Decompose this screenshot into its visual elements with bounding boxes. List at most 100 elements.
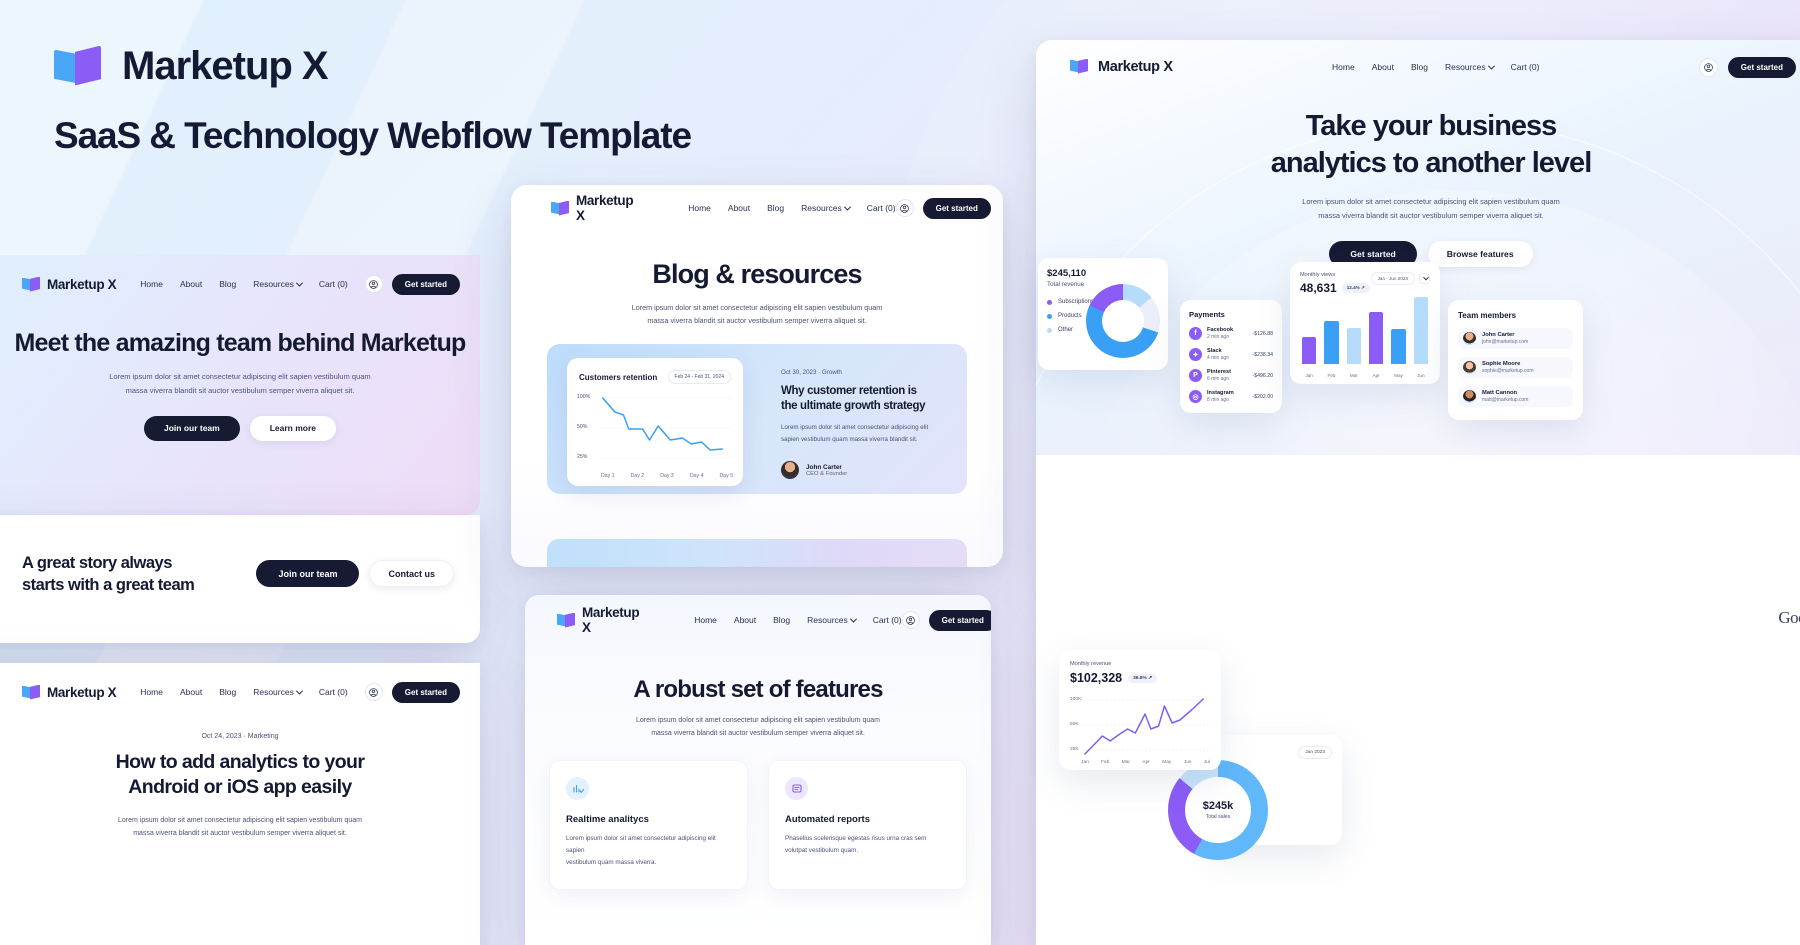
nav-link-cart[interactable]: Cart (0) xyxy=(867,203,896,213)
nav-link-resources[interactable]: Resources xyxy=(1445,62,1495,72)
feature-title: Automated reports xyxy=(785,814,870,825)
chevron-down-icon xyxy=(295,279,303,287)
revenue-label: Total revenue xyxy=(1047,281,1085,288)
nav-links: Home About Blog Resources Cart (0) xyxy=(694,615,901,625)
post-excerpt-line1: Lorem ipsum dolor sit amet consectetur a… xyxy=(781,424,929,432)
nav-link-resources[interactable]: Resources xyxy=(253,279,303,289)
payment-time: 8 min ago xyxy=(1207,397,1229,403)
chevron-down-icon xyxy=(843,203,851,211)
x-tick-jan: Jan xyxy=(1305,373,1313,378)
nav-logo[interactable]: Marketup X xyxy=(22,684,117,700)
get-started-button[interactable]: Get started xyxy=(391,681,460,703)
nav-link-resources[interactable]: Resources xyxy=(801,203,851,213)
x-tick-jun: Jun xyxy=(1183,760,1192,765)
nav-link-home[interactable]: Home xyxy=(688,203,711,213)
member-name: Matt Cannon xyxy=(1482,390,1518,396)
nav-link-about[interactable]: About xyxy=(734,615,756,625)
story-heading-line1: A great story always xyxy=(22,554,172,572)
y-tick-25: 25% xyxy=(577,454,588,460)
payment-name: Pinterest xyxy=(1207,369,1231,375)
story-heading: A great story always starts with a great… xyxy=(22,552,195,597)
user-circle-icon[interactable] xyxy=(895,199,914,217)
browse-features-button[interactable]: Browse features xyxy=(1427,240,1533,267)
get-started-button[interactable]: Get started xyxy=(928,609,991,631)
nav-link-about[interactable]: About xyxy=(180,279,202,289)
learn-more-button[interactable]: Learn more xyxy=(249,415,337,441)
nav-link-home[interactable]: Home xyxy=(1332,62,1355,72)
nav-link-home[interactable]: Home xyxy=(694,615,717,625)
chevron-down-icon[interactable] xyxy=(1419,273,1430,284)
user-circle-icon[interactable] xyxy=(364,275,383,293)
nav-link-cart[interactable]: Cart (0) xyxy=(1511,62,1540,72)
page-subtitle-line1: Lorem ipsum dolor sit amet consectetur a… xyxy=(109,372,371,381)
bar-feb xyxy=(1324,320,1339,364)
brand-row: Marketup X xyxy=(54,44,691,89)
navbar: Marketup X Home About Blog Resources Car… xyxy=(22,269,460,299)
payment-row[interactable]: f Facebook 2 min ago -$126.88 xyxy=(1189,327,1273,340)
nav-link-home[interactable]: Home xyxy=(140,279,163,289)
total-sales-donut-label: $245k Total sales xyxy=(1183,800,1253,820)
nav-logo[interactable]: Marketup X xyxy=(22,276,117,292)
stats-range-selector[interactable]: Jan 2023 xyxy=(1298,746,1332,759)
contact-us-button[interactable]: Contact us xyxy=(369,560,454,587)
user-circle-icon[interactable] xyxy=(901,611,920,629)
get-started-button[interactable]: Get started xyxy=(1727,56,1796,78)
team-member-row[interactable]: John Carter john@marketup.com xyxy=(1458,328,1573,349)
payment-name: Facebook xyxy=(1207,327,1234,333)
y-tick-100k: 100K xyxy=(1070,697,1082,702)
hero-block: Marketup X SaaS & Technology Webflow Tem… xyxy=(54,44,692,157)
article-page-window: Marketup X Home About Blog Resources Car… xyxy=(0,663,480,945)
logo-google: Google xyxy=(1778,608,1800,627)
article-excerpt-line1: Lorem ipsum dolor sit amet consectetur a… xyxy=(118,816,362,824)
join-our-team-button[interactable]: Join our team xyxy=(256,560,360,587)
payment-row[interactable]: ◎ Instagram 8 min ago -$202.00 xyxy=(1189,390,1273,403)
nav-link-about[interactable]: About xyxy=(1372,62,1394,72)
nav-link-about[interactable]: About xyxy=(728,203,750,213)
nav-link-resources[interactable]: Resources xyxy=(253,687,303,697)
nav-link-blog[interactable]: Blog xyxy=(1411,62,1428,72)
nav-link-cart[interactable]: Cart (0) xyxy=(873,615,902,625)
retention-date-range[interactable]: Feb 24 - Feb 31, 2024 xyxy=(667,370,731,384)
page-subtitle-line1: Lorem ipsum dolor sit amet consectetur a… xyxy=(631,303,883,312)
feature-card[interactable]: Automated reports Phasellus scelerisque … xyxy=(768,760,967,890)
revenue-x-axis: Jan Feb Mar Apr May Jun Jul xyxy=(1081,760,1210,765)
payment-row[interactable]: P Pinterest 6 min ago -$496.20 xyxy=(1189,369,1273,382)
x-tick-apr: Apr xyxy=(1142,760,1150,765)
story-cta-group: Join our team Contact us xyxy=(256,560,454,587)
join-our-team-button[interactable]: Join our team xyxy=(143,415,240,441)
y-tick-100: 100% xyxy=(577,394,591,400)
y-tick-50k: 50K xyxy=(1070,722,1079,727)
nav-link-blog[interactable]: Blog xyxy=(767,203,784,213)
nav-link-blog[interactable]: Blog xyxy=(773,615,790,625)
payment-amount: -$126.88 xyxy=(1252,330,1273,337)
x-tick-jun: Jun xyxy=(1417,373,1425,378)
user-circle-icon[interactable] xyxy=(364,683,383,701)
post-title[interactable]: Why customer retention is the ultimate g… xyxy=(781,384,977,414)
get-started-button[interactable]: Get started xyxy=(922,197,991,219)
nav-link-home[interactable]: Home xyxy=(140,687,163,697)
nav-logo[interactable]: Marketup X xyxy=(1070,58,1173,76)
user-circle-icon[interactable] xyxy=(1698,57,1718,77)
nav-links: Home About Blog Resources Cart (0) xyxy=(140,687,347,697)
navbar: Marketup X Home About Blog Resources Car… xyxy=(551,605,991,635)
nav-link-about[interactable]: About xyxy=(180,687,202,697)
revenue-donut-chart xyxy=(1086,284,1160,358)
nav-link-cart[interactable]: Cart (0) xyxy=(319,687,348,697)
nav-link-blog[interactable]: Blog xyxy=(219,279,236,289)
get-started-button[interactable]: Get started xyxy=(391,273,460,295)
monthly-revenue-card: Monthly revenue $102,328 36.8% ↗ 100K 50K… xyxy=(1059,650,1221,770)
feature-card[interactable]: Realtime analitycs Lorem ipsum dolor sit… xyxy=(549,760,748,890)
date-range-selector[interactable]: Jan - Jun 2023 xyxy=(1370,272,1430,285)
nav-link-cart[interactable]: Cart (0) xyxy=(319,279,348,289)
payment-row[interactable]: ✦ Slack 4 min ago -$238.34 xyxy=(1189,348,1273,361)
nav-logo[interactable]: Marketup X xyxy=(551,193,634,223)
team-member-row[interactable]: Matt Cannon matt@marketup.com xyxy=(1458,386,1573,407)
y-tick-25k: 25K xyxy=(1070,747,1079,752)
analytics-page-window: Marketup X Home About Blog Resources Car… xyxy=(1036,40,1800,945)
nav-link-blog[interactable]: Blog xyxy=(219,687,236,697)
monthly-views-card: Monthly views 48,631 12.4% ↗ Jan - Jun 20… xyxy=(1290,262,1440,384)
facebook-icon: f xyxy=(1189,327,1202,340)
nav-link-resources[interactable]: Resources xyxy=(807,615,857,625)
nav-logo[interactable]: Marketup X xyxy=(557,605,640,635)
team-member-row[interactable]: Sophie Moore sophie@marketup.com xyxy=(1458,357,1573,378)
